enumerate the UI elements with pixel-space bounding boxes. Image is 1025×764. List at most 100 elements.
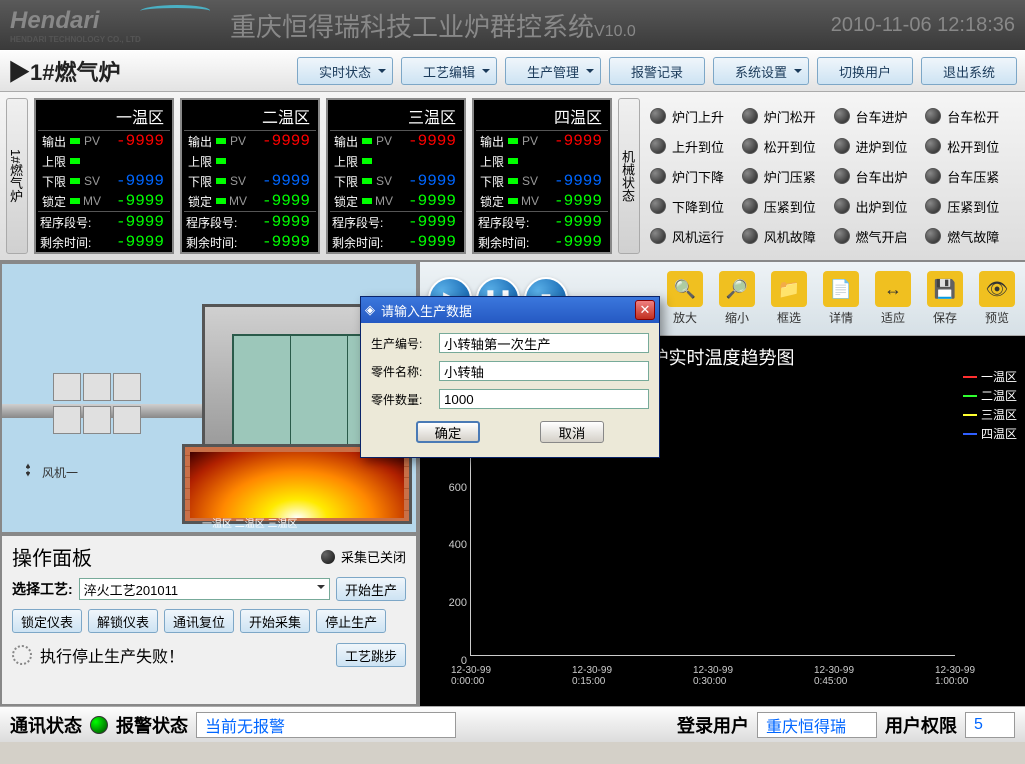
op-panel-title: 操作面板 bbox=[12, 542, 321, 571]
start-production-button[interactable]: 开始生产 bbox=[336, 577, 406, 601]
menu-production[interactable]: 生产管理 bbox=[505, 57, 601, 85]
app-title: 重庆恒得瑞科技工业炉群控系统V10.0 bbox=[230, 7, 831, 44]
zone-2: 二温区 输出PV-9999 上限 下限SV-9999 锁定MV-9999 程序段… bbox=[180, 98, 320, 254]
status-dot-icon bbox=[650, 138, 666, 154]
op-button[interactable]: 通讯复位 bbox=[164, 609, 234, 633]
mech-item: 炉门下降 bbox=[650, 162, 740, 190]
mech-item: 风机运行 bbox=[650, 222, 740, 250]
status-dot-icon bbox=[925, 228, 941, 244]
dialog-cancel-button[interactable]: 取消 bbox=[540, 421, 604, 443]
status-dot-icon bbox=[834, 198, 850, 214]
fire-zone-labels: 一温区 二温区 三温区 bbox=[202, 515, 298, 530]
status-dot-icon bbox=[742, 168, 758, 184]
mech-item: 出炉到位 bbox=[834, 192, 924, 220]
mech-item: 压紧到位 bbox=[742, 192, 832, 220]
mech-item: 上升到位 bbox=[650, 132, 740, 160]
status-dot-icon bbox=[925, 108, 941, 124]
mech-item: 进炉到位 bbox=[834, 132, 924, 160]
zone-3: 三温区 输出PV-9999 上限 下限SV-9999 锁定MV-9999 程序段… bbox=[326, 98, 466, 254]
zone-4: 四温区 输出PV-9999 上限 下限SV-9999 锁定MV-9999 程序段… bbox=[472, 98, 612, 254]
menu-realtime[interactable]: 实时状态 bbox=[297, 57, 393, 85]
status-dot-icon bbox=[742, 228, 758, 244]
status-dot-icon bbox=[650, 108, 666, 124]
operation-panel: 操作面板 采集已关闭 选择工艺: 淬火工艺201011 开始生产 锁定仪表解锁仪… bbox=[0, 534, 418, 706]
mech-item: 台车压紧 bbox=[925, 162, 1015, 190]
user-label: 登录用户 bbox=[677, 712, 749, 738]
alarm-message: 当前无报警 bbox=[196, 712, 456, 738]
zone-title: 三温区 bbox=[330, 102, 462, 131]
dialog-titlebar[interactable]: ◈ 请输入生产数据 ✕ bbox=[361, 297, 659, 323]
status-dot-icon bbox=[834, 138, 850, 154]
furnace-side-label: 1#燃气炉 bbox=[6, 98, 28, 254]
tool-保存[interactable]: 💾保存 bbox=[919, 271, 971, 326]
tool-缩小[interactable]: 🔎缩小 bbox=[711, 271, 763, 326]
tool-icon: 👁 bbox=[979, 271, 1015, 307]
tool-放大[interactable]: 🔍放大 bbox=[659, 271, 711, 326]
mech-item: 下降到位 bbox=[650, 192, 740, 220]
status-dot-icon bbox=[925, 198, 941, 214]
tool-预览[interactable]: 👁预览 bbox=[971, 271, 1023, 326]
status-dot-icon bbox=[834, 228, 850, 244]
process-select-combo[interactable]: 淬火工艺201011 bbox=[79, 578, 330, 600]
dialog-close-button[interactable]: ✕ bbox=[635, 300, 655, 320]
zones-panel: 1#燃气炉 一温区 输出PV-9999 上限 下限SV-9999 锁定MV-99… bbox=[0, 92, 1025, 262]
status-dot-icon bbox=[650, 228, 666, 244]
zone-title: 四温区 bbox=[476, 102, 608, 131]
mech-item: 台车进炉 bbox=[834, 102, 924, 130]
mech-item: 炉门上升 bbox=[650, 102, 740, 130]
legend-item: 三温区 bbox=[963, 406, 1017, 423]
status-dot-icon bbox=[925, 138, 941, 154]
mech-item: 松开到位 bbox=[742, 132, 832, 160]
current-furnace-label: ▶1#燃气炉 bbox=[8, 55, 289, 87]
menu-bar: ▶1#燃气炉 实时状态 工艺编辑 生产管理 报警记录 系统设置 切换用户 退出系… bbox=[0, 50, 1025, 92]
tool-icon: 🔎 bbox=[719, 271, 755, 307]
part-qty-label: 零件数量: bbox=[371, 391, 433, 408]
capture-status-dot bbox=[321, 550, 335, 564]
production-data-dialog: ◈ 请输入生产数据 ✕ 生产编号: 零件名称: 零件数量: 确定 取消 bbox=[360, 296, 660, 458]
op-button[interactable]: 开始采集 bbox=[240, 609, 310, 633]
tool-框选[interactable]: 📁框选 bbox=[763, 271, 815, 326]
menu-system-settings[interactable]: 系统设置 bbox=[713, 57, 809, 85]
mech-item: 燃气故障 bbox=[925, 222, 1015, 250]
status-dot-icon bbox=[742, 108, 758, 124]
priv-label: 用户权限 bbox=[885, 712, 957, 738]
menu-alarm-log[interactable]: 报警记录 bbox=[609, 57, 705, 85]
legend-item: 二温区 bbox=[963, 387, 1017, 404]
comm-status-dot bbox=[90, 716, 108, 734]
op-button[interactable]: 解锁仪表 bbox=[88, 609, 158, 633]
dialog-ok-button[interactable]: 确定 bbox=[416, 421, 480, 443]
furnace-graphic: 一温区 二温区 三温区 风机一 bbox=[0, 262, 418, 534]
comm-status-label: 通讯状态 bbox=[10, 712, 82, 738]
tool-详情[interactable]: 📄详情 bbox=[815, 271, 867, 326]
zone-1: 一温区 输出PV-9999 上限 下限SV-9999 锁定MV-9999 程序段… bbox=[34, 98, 174, 254]
status-dot-icon bbox=[742, 198, 758, 214]
dialog-icon: ◈ bbox=[365, 302, 375, 318]
op-status-message: 执行停止生产失败！ bbox=[40, 643, 328, 667]
menu-exit[interactable]: 退出系统 bbox=[921, 57, 1017, 85]
mech-item: 燃气开启 bbox=[834, 222, 924, 250]
status-dot-icon bbox=[650, 168, 666, 184]
prod-id-input[interactable] bbox=[439, 333, 649, 353]
mech-item: 炉门压紧 bbox=[742, 162, 832, 190]
mech-item: 台车出炉 bbox=[834, 162, 924, 190]
menu-switch-user[interactable]: 切换用户 bbox=[817, 57, 913, 85]
spinner-icon bbox=[12, 645, 32, 665]
prod-id-label: 生产编号: bbox=[371, 335, 433, 352]
op-button[interactable]: 停止生产 bbox=[316, 609, 386, 633]
datetime: 2010-11-06 12:18:36 bbox=[831, 14, 1015, 37]
tool-icon: 💾 bbox=[927, 271, 963, 307]
part-name-label: 零件名称: bbox=[371, 363, 433, 380]
zone-title: 一温区 bbox=[38, 102, 170, 131]
tool-适应[interactable]: ↔适应 bbox=[867, 271, 919, 326]
tool-icon: ↔ bbox=[875, 271, 911, 307]
part-qty-input[interactable] bbox=[439, 389, 649, 409]
status-dot-icon bbox=[834, 108, 850, 124]
logo: Hendari HENDARI TECHNOLOGY CO., LTD bbox=[10, 7, 200, 44]
menu-process-edit[interactable]: 工艺编辑 bbox=[401, 57, 497, 85]
capture-status-label: 采集已关闭 bbox=[341, 547, 406, 566]
part-name-input[interactable] bbox=[439, 361, 649, 381]
process-jump-button[interactable]: 工艺跳步 bbox=[336, 643, 406, 667]
status-dot-icon bbox=[742, 138, 758, 154]
op-button[interactable]: 锁定仪表 bbox=[12, 609, 82, 633]
status-dot-icon bbox=[650, 198, 666, 214]
